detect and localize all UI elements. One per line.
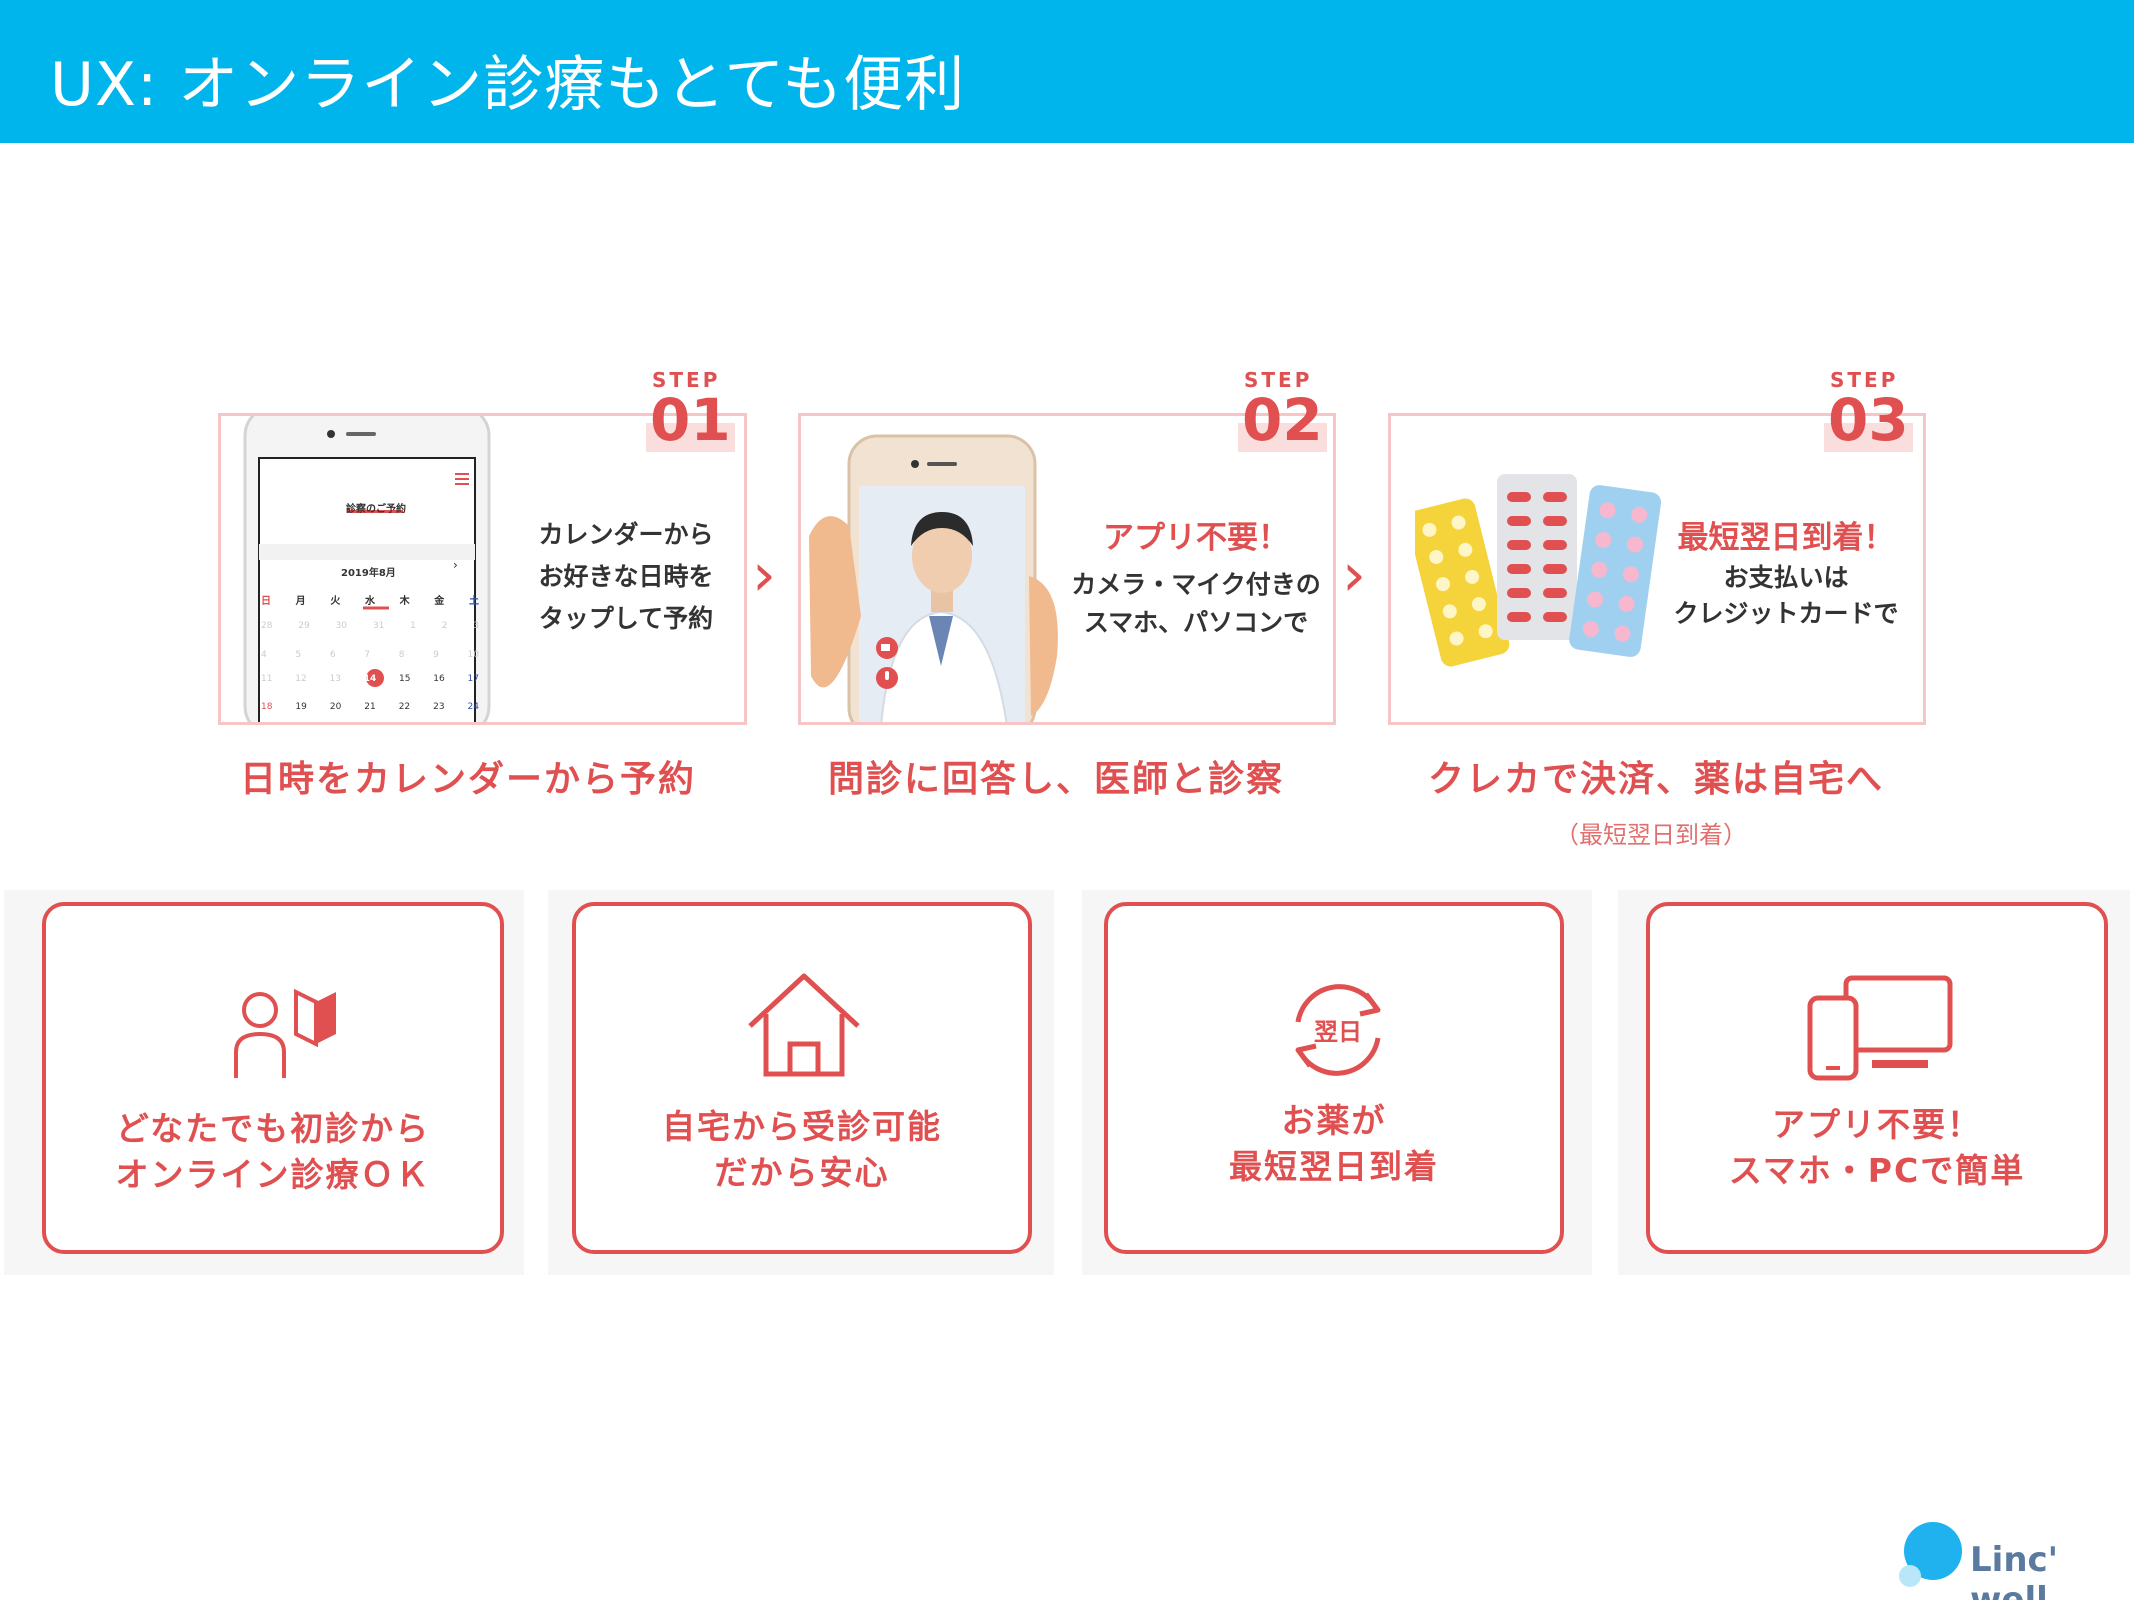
calendar-day: 2 (441, 621, 448, 631)
calendar-day[interactable]: 21 (364, 702, 375, 712)
feature-line: スマホ・PCで簡単 (1728, 1151, 2026, 1190)
devices-icon (1807, 975, 1953, 1081)
calendar-day[interactable]: 22 (399, 702, 410, 712)
calendar-day[interactable]: 18 (261, 702, 272, 712)
calendar-title: 診察のご予約 (346, 504, 406, 515)
calendar-day: 13 (329, 674, 341, 684)
feature-line: オンライン診療ＯＫ (115, 1155, 431, 1194)
step-01-line: タップして予約 (538, 604, 714, 633)
person-book-icon (234, 988, 336, 1078)
step-03-line: クレジットカードで (1673, 599, 1899, 628)
step-03-description: お支払いは クレジットカードで (1671, 560, 1901, 632)
step-03-caption: クレカで決済、薬は自宅へ (1428, 759, 1885, 800)
calendar-week-3: 11 12 13 14 15 16 17 (261, 674, 479, 684)
calendar-day: 10 (467, 650, 479, 660)
feature-line: どなたでも初診から (115, 1109, 431, 1148)
calendar-day[interactable]: 23 (433, 702, 444, 712)
house-icon (748, 973, 860, 1077)
calendar-day[interactable]: 16 (433, 674, 444, 684)
calendar-day: 11 (261, 674, 273, 684)
logo-mark-small (1899, 1565, 1921, 1587)
title-bar: UX: オンライン診療もとても便利 (0, 0, 2134, 143)
calendar-week-2: 4 5 6 7 8 9 10 (261, 650, 479, 660)
step-02-caption: 問診に回答し、医師と診察 (828, 759, 1285, 800)
step-03-heading: 最短翌日到着！ (1677, 520, 1895, 556)
step-01-caption: 日時をカレンダーから予約 (240, 759, 697, 800)
weekday-sat: 土 (468, 596, 479, 607)
next-arrow-icon: › (1342, 540, 1366, 610)
calendar-day[interactable]: 17 (467, 674, 478, 684)
calendar-next-icon[interactable]: › (453, 558, 458, 572)
step-02-line: カメラ・マイク付きの (1071, 570, 1321, 599)
step-01-description: カレンダーから お好きな日時を タップして予約 (521, 514, 731, 640)
step-03-sub-caption: （最短翌日到着） (1555, 821, 1747, 849)
calendar-week-1: 28 29 30 31 1 2 3 (261, 621, 479, 631)
step-03-card: 最短翌日到着！ お支払いは クレジットカードで (1388, 413, 1926, 725)
feature-line: お薬が (1281, 1101, 1387, 1140)
weekday-wed: 水 (364, 596, 375, 607)
company-logo: Linc' well (1970, 1540, 2059, 1600)
step-03-number: 03 (1824, 388, 1913, 452)
calendar-weekdays: 日 月 火 水 木 金 土 (261, 592, 479, 607)
feature-card-next-day: 翌日 お薬が 最短翌日到着 (1104, 902, 1564, 1254)
step-01-line: カレンダーから (538, 520, 714, 549)
calendar-day: 7 (364, 650, 370, 660)
step-02-number: 02 (1238, 388, 1327, 452)
calendar-day: 3 (473, 621, 479, 631)
step-02-heading: アプリ不要！ (1103, 520, 1289, 556)
calendar-day: 4 (261, 650, 267, 660)
calendar-day: 1 (410, 621, 416, 631)
weekday-fri: 金 (434, 596, 445, 607)
weekday-sun: 日 (261, 596, 271, 607)
page-title: UX: オンライン診療もとても便利 (50, 50, 966, 120)
feature-text: お薬が 最短翌日到着 (1108, 1098, 1560, 1190)
feature-text: 自宅から受診可能 だから安心 (576, 1104, 1028, 1196)
feature-text: どなたでも初診から オンライン診療ＯＫ (46, 1106, 500, 1198)
calendar-day[interactable]: 15 (399, 674, 410, 684)
step-02-line: スマホ、パソコンで (1083, 608, 1309, 637)
weekday-thu: 木 (399, 596, 410, 607)
feature-card-no-app: アプリ不要！ スマホ・PCで簡単 (1646, 902, 2108, 1254)
doctor-video-call-image (809, 434, 1058, 722)
medicine-pack-image (1415, 474, 1662, 667)
next-arrow-icon: › (752, 540, 776, 610)
feature-text: アプリ不要！ スマホ・PCで簡単 (1650, 1102, 2104, 1194)
step-02-description: カメラ・マイク付きの スマホ、パソコンで (1051, 566, 1341, 642)
calendar-day: 12 (295, 674, 307, 684)
step-02-card: アプリ不要！ カメラ・マイク付きの スマホ、パソコンで (798, 413, 1336, 725)
feature-line: 最短翌日到着 (1229, 1147, 1439, 1186)
weekday-mon: 月 (295, 596, 306, 607)
feature-line: アプリ不要！ (1772, 1105, 1982, 1144)
calendar-day: 29 (298, 621, 310, 631)
calendar-day: 28 (261, 621, 273, 631)
calendar-day: 30 (335, 621, 348, 631)
feature-card-from-home: 自宅から受診可能 だから安心 (572, 902, 1032, 1254)
weekday-tue: 火 (330, 596, 341, 607)
calendar-day: 8 (398, 650, 405, 660)
step-01-number: 01 (646, 388, 735, 452)
feature-card-first-visit: どなたでも初診から オンライン診療ＯＫ (42, 902, 504, 1254)
next-day-badge: 翌日 (1314, 1018, 1362, 1046)
calendar-day-selected[interactable]: 14 (364, 674, 377, 684)
calendar-day[interactable]: 20 (330, 702, 341, 712)
calendar-week-4: 18 19 20 21 22 23 24 (261, 702, 479, 712)
calendar-day: 6 (329, 650, 336, 660)
calendar-month: 2019年8月 (341, 568, 396, 579)
step-03-line: お支払いは (1723, 563, 1849, 592)
calendar-day[interactable]: 24 (468, 702, 479, 712)
calendar-day: 31 (372, 621, 385, 631)
calendar-day: 9 (433, 650, 439, 660)
feature-line: だから安心 (714, 1153, 890, 1192)
step-01-line: お好きな日時を (538, 562, 714, 591)
feature-line: 自宅から受診可能 (662, 1107, 942, 1146)
calendar-day[interactable]: 19 (295, 702, 306, 712)
step-01-card: 診察のご予約 2019年8月 › 日 月 火 水 木 金 土 28 29 30 31 1… (218, 413, 747, 725)
calendar-day: 5 (295, 650, 302, 660)
